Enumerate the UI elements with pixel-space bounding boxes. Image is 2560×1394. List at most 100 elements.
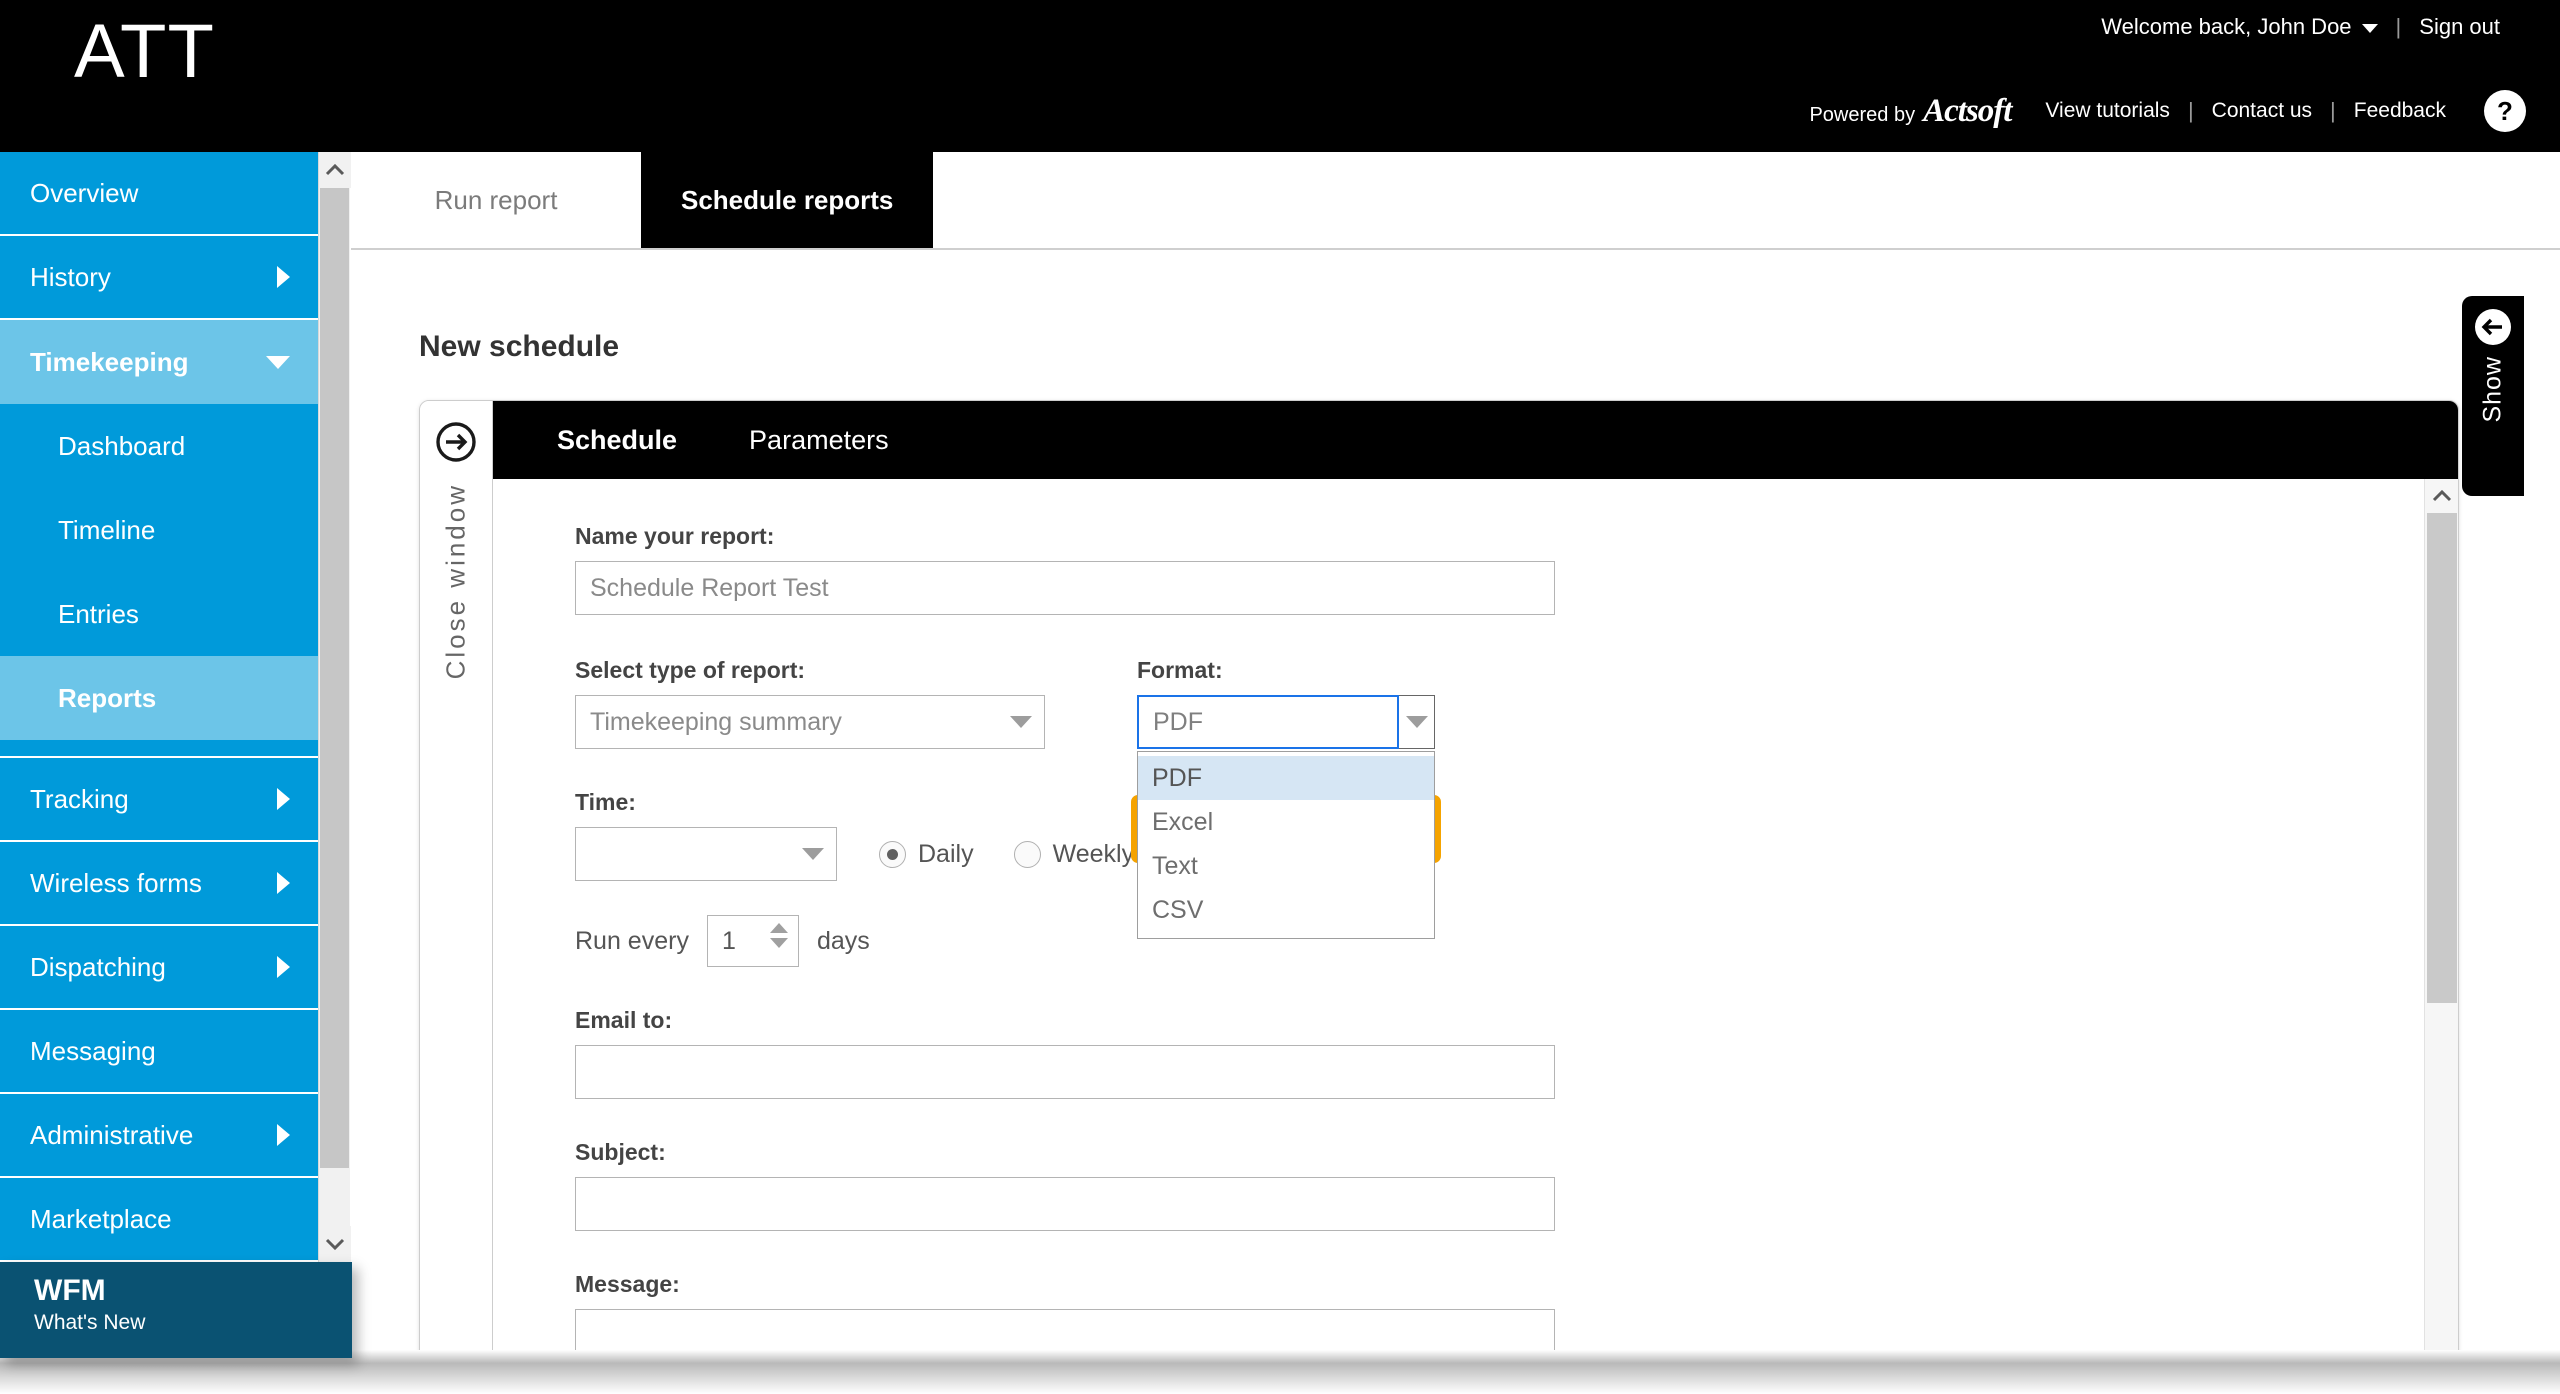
time-group: Time: DailyWeeklyMonthly Run every 1 — [575, 789, 2458, 967]
sidebar-scrollbar[interactable] — [318, 152, 351, 1262]
sidebar-item-reports[interactable]: Reports — [0, 656, 318, 740]
run-every-unit: days — [816, 926, 870, 955]
sidebar-item-label: Dashboard — [58, 430, 186, 461]
page-bottom-shadow — [0, 1350, 2560, 1394]
name-your-report-label: Name your report: — [575, 523, 775, 549]
schedule-form-body: Schedule Parameters Name your report: Se… — [493, 401, 2458, 1350]
tab-run-report[interactable]: Run report — [351, 152, 641, 248]
feedback-link[interactable]: Feedback — [2336, 99, 2464, 123]
frequency-radio-label: Daily — [918, 839, 974, 868]
run-every-row: Run every 1 days — [575, 915, 2458, 967]
chevron-right-icon — [277, 872, 290, 894]
stepper-up-icon[interactable] — [769, 923, 788, 933]
stepper-down-icon[interactable] — [769, 938, 788, 948]
application-window: ATT Welcome back, John Doe | Sign out Po… — [0, 0, 2560, 1394]
chevron-down-icon — [2361, 23, 2378, 33]
email-to-input[interactable] — [575, 1045, 1555, 1099]
chevron-right-icon — [277, 1124, 290, 1146]
run-every-label: Run every — [575, 926, 689, 955]
modal-tab-schedule[interactable]: Schedule — [521, 425, 713, 456]
modal-scroll-thumb[interactable] — [2427, 513, 2457, 1003]
chevron-right-icon — [277, 266, 290, 288]
sidebar-item-administrative[interactable]: Administrative — [0, 1094, 318, 1178]
format-option-excel[interactable]: Excel — [1138, 800, 1434, 844]
actsoft-logo: Actsoft — [1923, 92, 2012, 129]
sidebar-item-dashboard[interactable]: Dashboard — [0, 404, 318, 488]
report-type-select[interactable]: Timekeeping summary — [575, 695, 1045, 749]
sidebar-item-wireless-forms[interactable]: Wireless forms — [0, 842, 318, 926]
close-window-button[interactable]: Close window — [420, 401, 493, 1350]
chevron-right-icon — [277, 788, 290, 810]
sidebar-nav: Overview History Timekeeping Dashboard Timel… — [0, 152, 318, 1262]
sidebar-item-label: History — [30, 261, 111, 292]
report-type-value: Timekeeping summary — [590, 707, 842, 736]
format-dropdown-toggle[interactable] — [1399, 695, 1435, 749]
sidebar-item-history[interactable]: History — [0, 236, 318, 320]
frequency-radio-daily[interactable]: Daily — [879, 840, 974, 869]
sidebar-scroll-down-icon[interactable] — [319, 1226, 351, 1262]
close-window-label: Close window — [440, 483, 471, 680]
format-value: PDF — [1153, 707, 1203, 736]
sidebar-item-tracking[interactable]: Tracking — [0, 758, 318, 842]
stepper-arrows[interactable] — [769, 923, 788, 948]
report-type-group: Select type of report: Timekeeping summa… — [575, 657, 1128, 749]
format-option-text[interactable]: Text — [1138, 844, 1434, 888]
run-every-stepper[interactable]: 1 — [706, 915, 799, 967]
header-account-row: Welcome back, John Doe | Sign out — [2083, 14, 2518, 40]
format-combobox: PDF PDF Excel Text CSV — [1131, 695, 1441, 939]
format-option-pdf[interactable]: PDF — [1138, 756, 1434, 800]
powered-by-actsoft: Powered by Actsoft — [1809, 92, 2012, 130]
format-option-csv[interactable]: CSV — [1138, 888, 1434, 932]
welcome-user-label: Welcome back, John Doe — [2101, 14, 2352, 39]
show-panel-tab[interactable]: Show — [2462, 296, 2524, 496]
modal-scroll-up-icon[interactable] — [2425, 479, 2458, 513]
report-name-input[interactable] — [575, 561, 1555, 615]
modal-scrollbar[interactable] — [2424, 479, 2458, 1350]
welcome-user-menu[interactable]: Welcome back, John Doe — [2083, 14, 2395, 40]
sidebar-item-label: Timeline — [58, 514, 156, 545]
email-to-label: Email to: — [575, 1007, 673, 1033]
format-input[interactable]: PDF — [1137, 695, 1399, 749]
radio-indicator-icon[interactable] — [1013, 840, 1041, 868]
top-header: ATT Welcome back, John Doe | Sign out Po… — [0, 0, 2560, 152]
subject-input[interactable] — [575, 1177, 1555, 1231]
modal-tab-parameters[interactable]: Parameters — [713, 425, 925, 456]
sidebar-item-messaging[interactable]: Messaging — [0, 1010, 318, 1094]
format-label: Format: — [1137, 657, 1223, 683]
sidebar-item-label: Dispatching — [30, 951, 166, 982]
sidebar-item-label: Tracking — [30, 783, 129, 814]
sign-out-link[interactable]: Sign out — [2401, 14, 2518, 40]
wfm-subtitle: What's New — [34, 1311, 146, 1334]
wfm-title: WFM — [34, 1274, 106, 1307]
view-tutorials-link[interactable]: View tutorials — [2027, 99, 2188, 123]
main-content: Run report Schedule reports New schedule… — [351, 152, 2560, 1350]
sidebar-item-timekeeping[interactable]: Timekeeping — [0, 320, 318, 404]
time-select[interactable] — [575, 827, 837, 881]
page-title: New schedule — [419, 330, 620, 363]
radio-indicator-icon[interactable] — [879, 840, 906, 868]
contact-us-link[interactable]: Contact us — [2194, 99, 2330, 123]
help-icon[interactable]: ? — [2484, 90, 2526, 132]
sidebar-item-label: Administrative — [30, 1119, 194, 1150]
sidebar-scroll-up-icon[interactable] — [319, 152, 351, 188]
frequency-radio-weekly[interactable]: Weekly — [1013, 840, 1134, 869]
report-tabs: Run report Schedule reports — [351, 152, 2560, 250]
format-options-list: PDF Excel Text CSV — [1137, 751, 1435, 939]
sidebar-item-entries[interactable]: Entries — [0, 572, 318, 656]
schedule-form: Name your report: Select type of report:… — [493, 479, 2458, 1350]
chevron-down-icon — [802, 848, 824, 860]
chevron-down-icon — [1010, 716, 1032, 728]
arrow-left-circle-icon — [2474, 308, 2512, 346]
sidebar-item-label: Marketplace — [30, 1203, 172, 1234]
message-input[interactable] — [575, 1309, 1555, 1350]
tab-schedule-reports[interactable]: Schedule reports — [641, 152, 934, 248]
sidebar-item-label: Messaging — [30, 1035, 156, 1066]
sidebar-scroll-thumb[interactable] — [320, 188, 349, 1168]
chevron-down-icon — [1405, 716, 1428, 728]
sidebar-item-timeline[interactable]: Timeline — [0, 488, 318, 572]
sidebar-item-overview[interactable]: Overview — [0, 152, 318, 236]
sidebar-item-marketplace[interactable]: Marketplace — [0, 1178, 318, 1262]
sidebar-item-dispatching[interactable]: Dispatching — [0, 926, 318, 1010]
type-and-format-row: Select type of report: Timekeeping summa… — [575, 657, 2458, 939]
wfm-whats-new-banner[interactable]: WFM What's New — [0, 1262, 352, 1358]
